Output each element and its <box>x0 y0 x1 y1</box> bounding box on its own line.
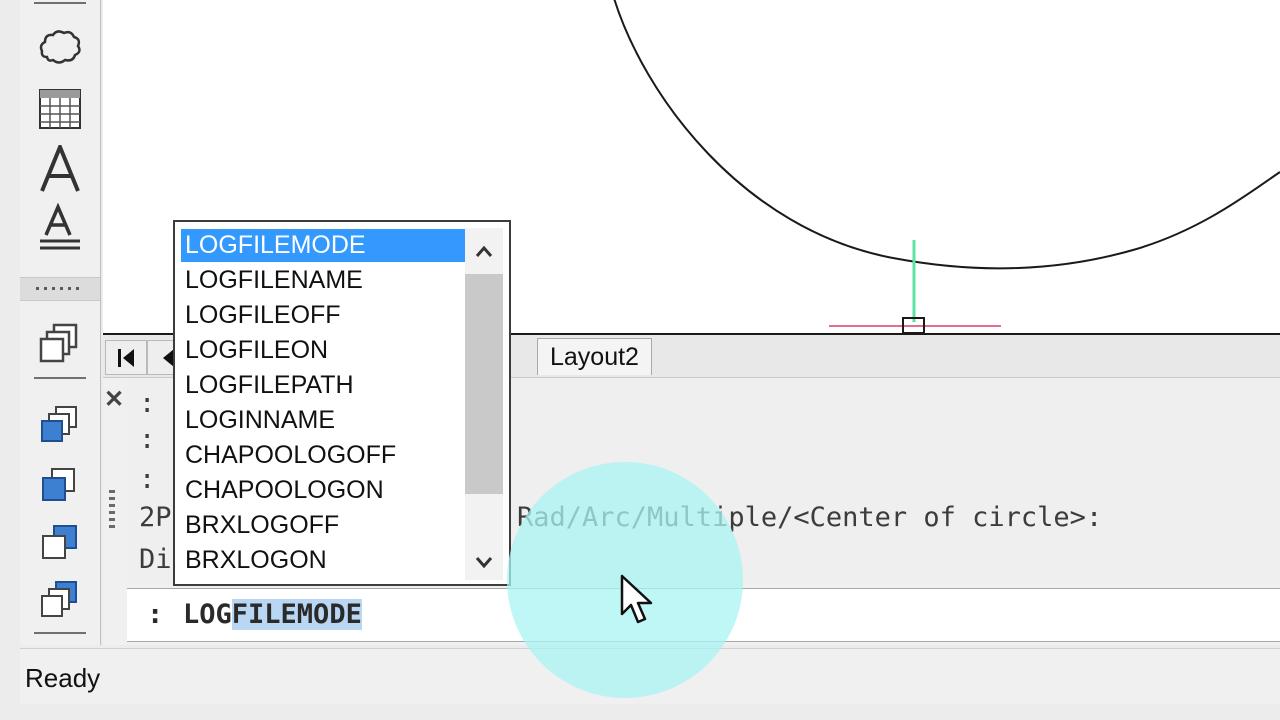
command-typed: LOG <box>183 599 232 630</box>
autocomplete-item[interactable]: LOGFILEON <box>181 334 465 367</box>
command-typed-text: LOGFILEMODE <box>183 599 362 630</box>
bring-to-front-icon[interactable] <box>34 400 86 450</box>
single-line-text-icon[interactable] <box>34 202 86 252</box>
command-autocomplete-selection: FILEMODE <box>231 599 362 630</box>
revision-cloud-icon[interactable] <box>34 22 86 72</box>
chevron-down-icon <box>475 557 493 569</box>
multiline-text-icon[interactable] <box>34 144 86 194</box>
autocomplete-item[interactable]: LOGFILENAME <box>181 264 465 297</box>
tab-layout2[interactable]: Layout2 <box>537 338 652 375</box>
autocomplete-item[interactable]: LOGFILEOFF <box>181 299 465 332</box>
toolbar-grip[interactable] <box>20 277 100 301</box>
close-icon[interactable]: ✕ <box>103 388 125 412</box>
chevron-up-icon <box>475 245 493 257</box>
autocomplete-item[interactable]: CHAPOOLOGON <box>181 474 465 507</box>
history-line: : <box>139 424 156 455</box>
send-under-icon[interactable] <box>34 575 86 625</box>
first-tab-icon <box>118 348 134 367</box>
autocomplete-scrollbar[interactable] <box>465 228 503 580</box>
scrollbar-thumb[interactable] <box>465 274 503 494</box>
history-line: : <box>139 388 156 419</box>
mouse-pointer-icon <box>620 574 653 624</box>
toolbar-separator <box>34 2 86 4</box>
bring-above-icon[interactable] <box>34 518 86 568</box>
status-text: Ready <box>25 663 101 693</box>
command-prompt: : <box>147 599 164 630</box>
toolbar-separator <box>34 632 86 634</box>
copy-icon[interactable] <box>34 318 86 368</box>
history-line: 2P <box>139 502 172 533</box>
history-line: : <box>139 464 156 495</box>
circle-entity <box>613 0 1280 270</box>
send-to-back-icon[interactable] <box>34 460 86 510</box>
toolbar-separator <box>34 377 86 379</box>
autocomplete-item[interactable]: BRXLOGOFF <box>181 509 465 542</box>
panel-grip[interactable] <box>109 490 115 530</box>
history-line: Di <box>139 544 172 575</box>
autocomplete-list[interactable]: LOGFILEMODE LOGFILENAME LOGFILEOFF LOGFI… <box>173 220 511 586</box>
left-toolbar <box>20 0 101 645</box>
autocomplete-item[interactable]: LOGINNAME <box>181 404 465 437</box>
autocomplete-item[interactable]: LOGFILEMODE <box>181 229 465 262</box>
table-icon[interactable] <box>34 84 86 134</box>
autocomplete-item[interactable]: BRXLOGON <box>181 544 465 577</box>
autocomplete-item[interactable]: CHAPOOLOGOFF <box>181 439 465 472</box>
autocomplete-item[interactable]: LOGFILEPATH <box>181 369 465 402</box>
first-tab-button[interactable] <box>105 340 147 375</box>
